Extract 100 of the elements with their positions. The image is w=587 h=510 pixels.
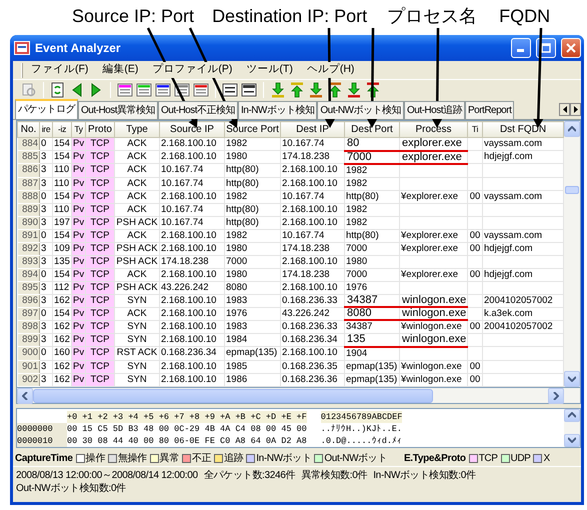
table-cell: 1976 (344, 281, 400, 294)
table-cell: 135 (344, 334, 400, 346)
table-cell: 80 (344, 138, 400, 150)
table-cell: SYN (114, 294, 160, 307)
column-header[interactable]: Dest Port (344, 122, 400, 138)
table-cell: 8080 (344, 307, 400, 320)
down-arrow-icon[interactable] (270, 82, 286, 98)
table-cell: 1980 (344, 255, 400, 268)
column-header[interactable]: Ti (468, 122, 482, 138)
tab[interactable]: In-NWボット検知 (238, 101, 318, 119)
table-cell: 174.18.238 (280, 268, 344, 281)
row-number: 891 (18, 229, 40, 242)
tab-scroll-left-button[interactable] (559, 103, 570, 116)
table-cell: PSH ACK (114, 242, 160, 255)
scroll-thumb[interactable] (565, 186, 579, 194)
annotation-label: FQDN (499, 5, 550, 28)
table-cell: 3 (40, 150, 52, 164)
down-arrow-icon[interactable] (346, 82, 362, 98)
status-text: Out-NWボット検知数:0件 (16, 482, 126, 494)
table-cell: PSH ACK (114, 281, 160, 294)
table-cell: PSH ACK (114, 216, 160, 229)
table-cell: 1982 (224, 229, 280, 242)
table-cell: ACK (114, 190, 160, 203)
scroll-up-button[interactable] (564, 121, 580, 137)
row-number: 887 (18, 177, 40, 190)
up-arrow-icon[interactable] (365, 82, 381, 98)
column-header[interactable]: -iz (52, 122, 72, 138)
hex-offset: 0000000 (17, 422, 67, 434)
window-title: Event Analyzer (35, 40, 122, 57)
table-cell: ACK (114, 307, 160, 320)
table-cell: 1983 (224, 294, 280, 307)
tab-scroll-right-button[interactable] (570, 103, 581, 116)
caret-right-icon (553, 392, 559, 400)
table-cell: 2.168.100.10 (160, 229, 224, 242)
table-cell: 10.167.74 (280, 138, 344, 150)
scroll-up-button[interactable] (564, 408, 580, 422)
grid-icon[interactable] (241, 82, 257, 98)
table-cell: 2.168.100.10 (160, 150, 224, 164)
hex-header: +0 +1 +2 +3 +4 +5 +6 +7 +8 +9 +A +B +C +D +E +F (67, 410, 307, 422)
scroll-left-button[interactable] (17, 388, 33, 404)
row-number: 886 (18, 164, 40, 177)
status-text: In-NWボット検知数:0件 (373, 468, 476, 482)
table-cell: vayssam.com (482, 138, 564, 150)
hex-bytes: 00 15 C5 5D B3 48 00 0C-29 4B 4A C4 08 00 45 00 (67, 422, 307, 434)
hex-bytes: 00 30 08 44 40 00 80 06-0E FE C0 A8 64 0A D2 A8 (67, 434, 307, 446)
column-header[interactable]: Dst FQDN (482, 122, 564, 138)
table-cell: 0.168.236.33 (280, 320, 344, 334)
table-cell: 7000 (344, 150, 400, 164)
table-cell: 3 (40, 255, 52, 268)
tab[interactable]: Out-Host異常検知 (78, 101, 158, 119)
close-button[interactable] (561, 38, 581, 58)
menu-item[interactable]: ヘルプ(H) (304, 62, 356, 78)
table-cell: ¥explorer.exe (400, 190, 468, 203)
column-header[interactable]: ire (40, 122, 52, 138)
legend-label: X (543, 452, 550, 466)
menu-item[interactable]: プロファイル(P) (150, 62, 234, 78)
column-header[interactable]: No. (18, 122, 40, 138)
table-cell: hdjejgf.com (482, 242, 564, 255)
table-cell: 1984 (224, 334, 280, 346)
table-cell: 3 (40, 334, 52, 346)
app-icon (14, 41, 30, 55)
refresh-icon[interactable] (50, 82, 66, 98)
scroll-down-button[interactable] (564, 434, 580, 446)
column-header[interactable]: Ty (72, 122, 86, 138)
table-cell: 10.167.74 (160, 203, 224, 216)
column-header[interactable]: Process (400, 122, 468, 138)
column-header[interactable]: Proto (86, 122, 114, 138)
scroll-right-button[interactable] (548, 388, 564, 404)
column-header[interactable]: Type (114, 122, 160, 138)
table-cell: http(80) (224, 216, 280, 229)
table-cell: ¥explorer.exe (400, 242, 468, 255)
table-cell: 00 (468, 373, 482, 386)
table-cell: 8080 (224, 281, 280, 294)
scroll-thumb[interactable] (33, 388, 433, 402)
table-cell: 2.168.100.10 (160, 320, 224, 334)
tab[interactable]: Out-Host不正検知 (158, 101, 238, 119)
table-cell: k.a3ek.com (482, 307, 564, 320)
table-cell: 10.167.74 (160, 164, 224, 177)
table-cell: 0 (40, 307, 52, 320)
legend-label: UDP (510, 452, 530, 466)
column-header[interactable]: Dest IP (280, 122, 344, 138)
column-header[interactable]: Source Port (224, 122, 280, 138)
down-arrow-icon[interactable] (308, 82, 324, 98)
scroll-down-button[interactable] (564, 370, 580, 386)
table-cell: RST ACK (114, 346, 160, 360)
hex-ascii: ..ﾅﾘｳH..)KJﾄ..E. (320, 422, 402, 434)
tab[interactable]: Out-NWボット検知 (317, 101, 404, 119)
filter-icon[interactable] (155, 82, 171, 98)
grid-icon[interactable] (222, 82, 238, 98)
tab[interactable]: パケットログ (15, 99, 78, 119)
column-header[interactable]: Source IP (160, 122, 224, 138)
legend-label: 操作 (86, 452, 105, 466)
tab[interactable]: PortReport (465, 101, 514, 119)
row-number: 896 (18, 294, 40, 307)
table-cell: 10.167.74 (280, 190, 344, 203)
minimize-button[interactable] (511, 38, 531, 58)
table-cell: 1976 (224, 307, 280, 320)
triangle-right-icon (574, 106, 578, 113)
table-cell: 1982 (344, 177, 400, 190)
tab[interactable]: Out-Host追跡 (404, 101, 465, 119)
